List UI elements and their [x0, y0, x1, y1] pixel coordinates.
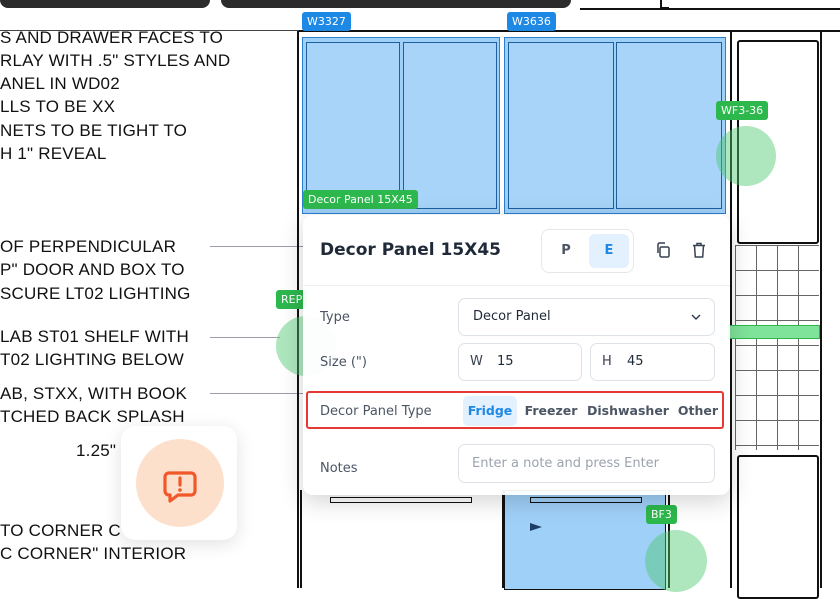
cabinet-tag-bf3[interactable]: BF3 — [646, 505, 677, 524]
drawer-pull — [330, 497, 472, 503]
view-toggle-p[interactable]: P — [546, 234, 586, 268]
type-select-value: Decor Panel — [473, 309, 551, 324]
toolbar-pill-left[interactable] — [0, 0, 210, 8]
drawing-line — [580, 8, 840, 10]
type-label: Type — [320, 310, 350, 325]
leader-line — [210, 337, 280, 338]
decor-type-label: Decor Panel Type — [320, 404, 432, 419]
wall-line — [299, 30, 840, 32]
panel-divider — [303, 285, 730, 286]
drawing-note: NETS TO BE TIGHT TO — [0, 121, 188, 140]
cabinet-door — [403, 42, 497, 209]
drawing-note: TO CORNER C — [0, 521, 121, 540]
wall-line — [297, 30, 299, 588]
cabinet-tag-w3636[interactable]: W3636 — [507, 12, 556, 31]
notes-label: Notes — [320, 461, 358, 476]
height-input[interactable]: H 45 — [590, 343, 715, 381]
drawing-note: C CORNER" INTERIOR — [0, 544, 187, 563]
drawer-pull — [530, 497, 642, 503]
cabinet-tag-decor-panel[interactable]: Decor Panel 15X45 — [303, 190, 418, 209]
view-toggle-e[interactable]: E — [589, 234, 629, 268]
feedback-button[interactable] — [121, 426, 237, 540]
decor-type-other[interactable]: Other — [675, 396, 721, 426]
panel-title: Decor Panel 15X45 — [320, 240, 501, 260]
view-toggle: P E — [541, 229, 634, 273]
cabinet-outline — [737, 455, 819, 599]
green-marker-bar — [728, 325, 820, 339]
type-select[interactable]: Decor Panel — [458, 298, 715, 336]
copy-icon[interactable] — [654, 241, 672, 259]
door-swing-arrow — [530, 523, 542, 531]
height-value: 45 — [627, 354, 644, 369]
drawing-note: H 1" REVEAL — [0, 144, 107, 163]
drawing-note: RLAY WITH .5" STYLES AND — [0, 51, 231, 70]
drawing-note: P" DOOR AND BOX TO — [0, 260, 185, 279]
drawing-note: OF PERPENDICULAR — [0, 237, 177, 256]
cabinet-door — [306, 42, 400, 209]
properties-panel: Decor Panel 15X45 P E Type Decor Panel S… — [303, 215, 730, 495]
tile-grid — [735, 245, 819, 450]
width-prefix: W — [470, 354, 483, 369]
drawing-note: LAB ST01 SHELF WITH — [0, 327, 189, 346]
decor-type-dishwasher[interactable]: Dishwasher — [587, 396, 669, 426]
dimension-label: 1.25" — [76, 441, 117, 460]
trash-icon[interactable] — [690, 241, 708, 259]
notes-placeholder: Enter a note and press Enter — [472, 456, 660, 471]
cabinet-bf3[interactable] — [504, 490, 666, 590]
size-label: Size (") — [320, 355, 367, 370]
drawing-note: AB, STXX, WITH BOOK — [0, 384, 188, 403]
wall-line — [0, 30, 300, 31]
base-cabinet-outline — [300, 490, 504, 588]
drawing-note: TCHED BACK SPLASH — [0, 407, 185, 426]
decor-type-fridge[interactable]: Fridge — [463, 396, 517, 426]
drawing-mark — [660, 7, 669, 9]
decor-type-freezer[interactable]: Freezer — [523, 396, 579, 426]
drawing-note: T02 LIGHTING BELOW — [0, 350, 185, 369]
notes-input[interactable]: Enter a note and press Enter — [458, 444, 715, 483]
width-input[interactable]: W 15 — [458, 343, 582, 381]
toolbar-pill-right[interactable] — [221, 0, 571, 8]
chevron-down-icon — [691, 314, 701, 321]
width-value: 15 — [497, 354, 514, 369]
leader-line — [210, 393, 305, 394]
wall-line — [820, 32, 822, 588]
leader-line — [210, 246, 305, 247]
cabinet-tag-w3327[interactable]: W3327 — [302, 12, 351, 31]
feedback-icon — [136, 439, 224, 527]
marker-circle — [716, 126, 776, 186]
drawing-note: LLS TO BE XX — [0, 97, 116, 116]
height-prefix: H — [602, 354, 612, 369]
cabinet-door — [616, 42, 722, 209]
marker-circle — [645, 530, 707, 592]
drawing-note: SCURE LT02 LIGHTING — [0, 284, 191, 303]
cabinet-door — [508, 42, 614, 209]
drawing-note: ANEL IN WD02 — [0, 74, 120, 93]
cabinet-tag-wf3[interactable]: WF3-36 — [716, 101, 769, 120]
